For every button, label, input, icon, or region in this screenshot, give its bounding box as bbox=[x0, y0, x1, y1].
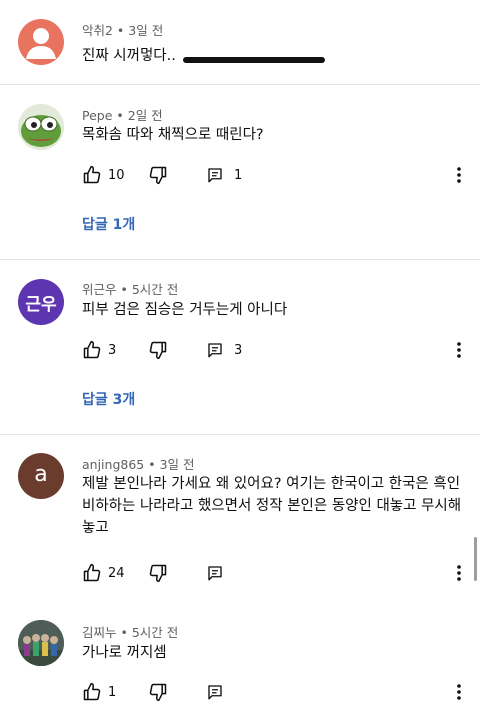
reply-button[interactable] bbox=[206, 683, 224, 701]
reply-count: 1 bbox=[234, 167, 243, 183]
comment-actions: 3 3 bbox=[82, 338, 242, 362]
dislike-button[interactable] bbox=[148, 682, 168, 702]
comment-actions: 1 bbox=[82, 680, 222, 704]
comment-time: 5시간 전 bbox=[131, 625, 179, 640]
comment-meta: 위근우 • 5시간 전 bbox=[82, 282, 179, 297]
more-vert-icon bbox=[457, 167, 461, 183]
avatar[interactable] bbox=[18, 104, 64, 150]
dislike-button[interactable] bbox=[148, 340, 168, 360]
more-options-button[interactable] bbox=[449, 163, 469, 187]
more-options-button[interactable] bbox=[449, 680, 469, 704]
default-user-icon bbox=[26, 28, 56, 59]
comment-time: 3일 전 bbox=[159, 457, 195, 472]
like-count: 24 bbox=[108, 565, 125, 581]
more-vert-icon bbox=[457, 342, 461, 358]
comment-meta: 김찌누 • 5시간 전 bbox=[82, 625, 179, 640]
like-count: 3 bbox=[108, 342, 117, 358]
avatar[interactable]: 근우 bbox=[18, 279, 64, 325]
like-count: 10 bbox=[108, 167, 125, 183]
reply-icon bbox=[208, 685, 222, 700]
like-count: 1 bbox=[108, 684, 117, 700]
comment-actions: 24 bbox=[82, 561, 222, 585]
comment-text: 피부 검은 짐승은 거두는게 아니다 bbox=[82, 302, 288, 318]
comment-meta: Pepe • 2일 전 bbox=[82, 108, 163, 123]
divider bbox=[0, 434, 480, 435]
pepe-avatar-icon bbox=[18, 104, 64, 150]
comment-text: 진짜 시꺼멓다.. bbox=[82, 48, 176, 64]
reply-icon bbox=[208, 168, 222, 183]
redaction-bar bbox=[183, 57, 325, 63]
view-replies-link[interactable]: 답글 1개 bbox=[82, 214, 135, 234]
author-name[interactable]: Pepe bbox=[82, 108, 112, 123]
like-button[interactable]: 1 bbox=[82, 682, 116, 702]
comment-text: 가나로 꺼지셈 bbox=[82, 645, 167, 661]
avatar[interactable] bbox=[18, 19, 64, 65]
comment-text: 목화솜 따와 채찍으로 때린다? bbox=[82, 127, 264, 143]
dislike-button[interactable] bbox=[148, 165, 168, 185]
view-replies-link[interactable]: 답글 3개 bbox=[82, 389, 135, 409]
reply-icon bbox=[208, 566, 222, 581]
comment-meta: 악취2 • 3일 전 bbox=[82, 23, 164, 38]
like-icon bbox=[83, 563, 101, 582]
comment-time: 3일 전 bbox=[128, 23, 164, 38]
reply-button[interactable] bbox=[206, 564, 224, 582]
like-button[interactable]: 3 bbox=[82, 340, 116, 360]
author-name[interactable]: 위근우 bbox=[82, 282, 117, 297]
dislike-button[interactable] bbox=[148, 563, 168, 583]
dislike-icon bbox=[149, 341, 167, 360]
like-icon bbox=[83, 165, 101, 184]
avatar[interactable]: a bbox=[18, 453, 64, 499]
divider bbox=[0, 84, 480, 85]
avatar[interactable] bbox=[18, 620, 64, 666]
author-name[interactable]: 김찌누 bbox=[82, 625, 117, 640]
comment-text: 제발 본인나라 가세요 왜 있어요? 여기는 한국이고 한국은 흑인 비하하는 … bbox=[82, 476, 462, 536]
comment-meta: anjing865 • 3일 전 bbox=[82, 457, 195, 472]
dislike-icon bbox=[149, 166, 167, 185]
divider bbox=[0, 259, 480, 260]
group-photo-avatar-icon bbox=[18, 620, 64, 666]
reply-button[interactable]: 1 bbox=[206, 166, 242, 184]
like-icon bbox=[83, 682, 101, 701]
reply-count: 3 bbox=[234, 342, 243, 358]
author-name[interactable]: 악취2 bbox=[82, 23, 113, 38]
dislike-icon bbox=[149, 564, 167, 583]
like-button[interactable]: 10 bbox=[82, 165, 125, 185]
like-button[interactable]: 24 bbox=[82, 563, 125, 583]
more-vert-icon bbox=[457, 684, 461, 700]
more-options-button[interactable] bbox=[449, 338, 469, 362]
author-name[interactable]: anjing865 bbox=[82, 457, 144, 472]
reply-icon bbox=[208, 343, 222, 358]
more-options-button[interactable] bbox=[449, 561, 469, 585]
reply-button[interactable]: 3 bbox=[206, 341, 242, 359]
avatar-initials: 근우 bbox=[25, 294, 57, 315]
comment-time: 5시간 전 bbox=[131, 282, 179, 297]
dislike-icon bbox=[149, 683, 167, 702]
comment-actions: 10 1 bbox=[82, 163, 242, 187]
avatar-initials: a bbox=[34, 462, 48, 487]
more-vert-icon bbox=[457, 565, 461, 581]
like-icon bbox=[83, 340, 101, 359]
comment-time: 2일 전 bbox=[127, 108, 163, 123]
scrollbar-thumb[interactable] bbox=[474, 537, 477, 581]
